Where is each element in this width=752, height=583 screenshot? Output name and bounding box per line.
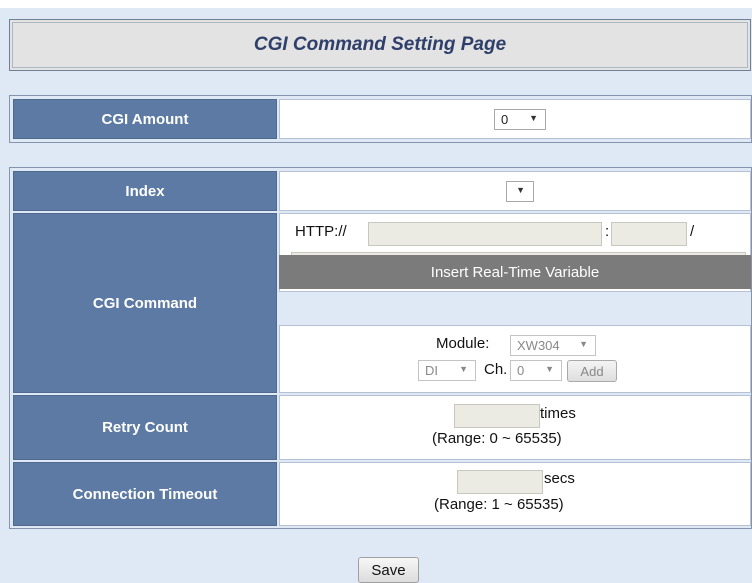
connection-timeout-label: Connection Timeout bbox=[13, 462, 277, 526]
url-cell-top: HTTP:// : / bbox=[279, 213, 751, 252]
variable-picker-cell: Module: XW304 ▼ DI ▼ Ch. 0 ▼ Add bbox=[279, 325, 751, 393]
channel-select[interactable]: 0 ▼ bbox=[510, 360, 562, 381]
chevron-down-icon: ▼ bbox=[516, 185, 525, 195]
host-input[interactable] bbox=[368, 222, 602, 246]
chevron-down-icon: ▼ bbox=[459, 364, 468, 374]
retry-count-row: Retry Count times (Range: 0 ~ 65535) bbox=[13, 395, 751, 460]
index-label: Index bbox=[13, 171, 277, 211]
cgi-amount-value: 0 bbox=[501, 112, 509, 127]
index-cell: ▼ bbox=[279, 171, 751, 211]
retry-count-unit: times bbox=[540, 405, 576, 422]
chevron-down-icon: ▼ bbox=[579, 339, 588, 349]
add-variable-button[interactable]: Add bbox=[567, 360, 617, 382]
http-prefix: HTTP:// bbox=[295, 223, 347, 240]
connection-timeout-input[interactable] bbox=[457, 470, 543, 494]
cgi-amount-row: CGI Amount 0 ▼ bbox=[13, 99, 751, 139]
save-button[interactable]: Save bbox=[358, 557, 419, 583]
port-input[interactable] bbox=[611, 222, 687, 246]
module-label: Module: bbox=[436, 335, 490, 352]
colon-separator: : bbox=[605, 223, 610, 240]
slash-separator: / bbox=[690, 223, 695, 240]
channel-label: Ch. bbox=[484, 361, 508, 378]
channel-value: 0 bbox=[517, 363, 525, 378]
connection-timeout-row: Connection Timeout secs (Range: 1 ~ 6553… bbox=[13, 462, 751, 526]
index-row: Index ▼ bbox=[13, 171, 751, 211]
page-title-box: CGI Command Setting Page bbox=[9, 19, 751, 71]
connection-timeout-range: (Range: 1 ~ 65535) bbox=[434, 496, 564, 513]
module-value: XW304 bbox=[517, 338, 560, 353]
cgi-settings-table: Index ▼ CGI Command HTTP:// : / Insert R… bbox=[9, 167, 752, 529]
cgi-amount-select[interactable]: 0 ▼ bbox=[494, 109, 546, 130]
insert-variable-bar: Insert Real-Time Variable bbox=[279, 255, 751, 289]
index-select[interactable]: ▼ bbox=[506, 181, 534, 202]
retry-count-cell: times (Range: 0 ~ 65535) bbox=[279, 395, 751, 460]
module-select[interactable]: XW304 ▼ bbox=[510, 335, 596, 356]
type-value: DI bbox=[425, 363, 438, 378]
cgi-amount-cell: 0 ▼ bbox=[279, 99, 751, 139]
type-select[interactable]: DI ▼ bbox=[418, 360, 476, 381]
connection-timeout-cell: secs (Range: 1 ~ 65535) bbox=[279, 462, 751, 526]
retry-count-label: Retry Count bbox=[13, 395, 277, 460]
page-title: CGI Command Setting Page bbox=[253, 34, 507, 55]
retry-count-input[interactable] bbox=[454, 404, 540, 428]
cgi-amount-label: CGI Amount bbox=[13, 99, 277, 139]
chevron-down-icon: ▼ bbox=[545, 364, 554, 374]
retry-count-range: (Range: 0 ~ 65535) bbox=[432, 430, 562, 447]
cgi-command-label: CGI Command bbox=[13, 213, 277, 393]
chevron-down-icon: ▼ bbox=[529, 113, 538, 123]
connection-timeout-unit: secs bbox=[544, 470, 575, 487]
cgi-amount-table: CGI Amount 0 ▼ bbox=[9, 95, 752, 143]
